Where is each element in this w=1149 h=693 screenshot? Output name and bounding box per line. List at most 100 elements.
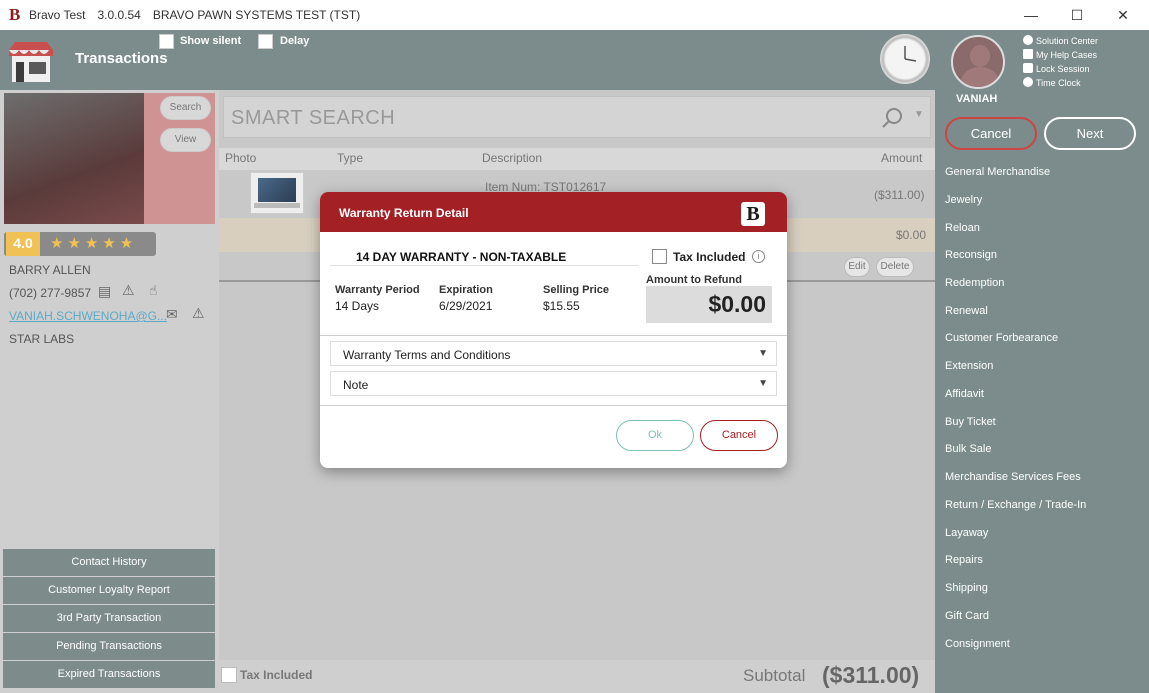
menu-merchandise-services-fees[interactable]: Merchandise Services Fees (945, 471, 1081, 483)
menu-redemption[interactable]: Redemption (945, 277, 1004, 289)
amount-to-refund-value: $0.00 (708, 291, 766, 317)
menu-renewal[interactable]: Renewal (945, 305, 988, 317)
expired-transactions-button[interactable]: Expired Transactions (3, 661, 215, 688)
customer-email-link[interactable]: VANIAH.SCHWENOHA@G... (9, 309, 167, 323)
warranty-period-value: 14 Days (335, 299, 380, 313)
maximize-icon[interactable]: ☐ (1054, 0, 1100, 30)
subtotal-bar: Tax Included Subtotal ($311.00) (219, 660, 935, 693)
time-clock-link[interactable]: Time Clock (1023, 77, 1081, 88)
smart-search-input[interactable]: SMART SEARCH ▼ (223, 96, 931, 138)
item-photo (250, 172, 304, 214)
app-logo: B (9, 5, 21, 24)
customer-company: STAR LABS (9, 332, 75, 346)
user-name: VANIAH (956, 93, 998, 105)
warranty-name: 14 DAY WARRANTY - NON-TAXABLE (330, 248, 639, 266)
avatar-body (961, 67, 999, 87)
info-icon[interactable]: i (752, 250, 765, 263)
tax-included-dialog-label: Tax Included (673, 250, 746, 264)
menu-gift-card[interactable]: Gift Card (945, 610, 989, 622)
selling-price-label: Selling Price (543, 284, 610, 296)
menu-reloan[interactable]: Reloan (945, 222, 980, 234)
close-icon[interactable]: ✕ (1100, 0, 1146, 30)
warranty-return-dialog: Warranty Return Detail B 14 DAY WARRANTY… (320, 192, 787, 468)
warranty-terms-accordion[interactable]: Warranty Terms and Conditions ▼ (330, 341, 777, 366)
lock-session-link[interactable]: Lock Session (1023, 63, 1090, 74)
system-name: BRAVO PAWN SYSTEMS TEST (TST) (152, 8, 361, 22)
edit-button[interactable]: Edit (844, 257, 870, 277)
search-icon[interactable] (880, 105, 906, 131)
warranty-terms-label: Warranty Terms and Conditions (343, 348, 511, 362)
show-silent-label: Show silent (180, 35, 242, 47)
contact-history-button[interactable]: Contact History (3, 549, 215, 576)
amount-to-refund-label: Amount to Refund (646, 274, 742, 286)
solution-center-link[interactable]: Solution Center (1023, 35, 1098, 46)
show-silent-checkbox[interactable] (159, 34, 174, 49)
tax-included-label: Tax Included (240, 668, 313, 682)
smart-search-placeholder: SMART SEARCH (231, 107, 396, 129)
rating-stars: ★★★★★ (50, 235, 138, 252)
dialog-title: Warranty Return Detail (339, 206, 469, 220)
menu-buy-ticket[interactable]: Buy Ticket (945, 416, 996, 428)
solution-center-label: Solution Center (1036, 36, 1099, 46)
transaction-table-header: Photo Type Description Amount (219, 148, 935, 170)
delay-checkbox[interactable] (258, 34, 273, 49)
warranty-period-label: Warranty Period (335, 284, 420, 296)
brand-logo-icon: B (741, 202, 765, 226)
email-alert-icon[interactable]: ⚠ (192, 305, 205, 322)
tax-included-checkbox[interactable] (221, 667, 237, 683)
chevron-down-icon: ▼ (758, 348, 768, 359)
menu-consignment[interactable]: Consignment (945, 638, 1010, 650)
menu-layaway[interactable]: Layaway (945, 527, 988, 539)
laptop-base (254, 203, 300, 208)
menu-jewelry[interactable]: Jewelry (945, 194, 982, 206)
transactions-header: Transactions Show silent Delay (0, 30, 935, 90)
tax-included-dialog-checkbox[interactable] (652, 249, 667, 264)
customer-photo-image (4, 93, 144, 224)
row-amount: $0.00 (896, 228, 927, 242)
dialog-header: Warranty Return Detail B (320, 192, 787, 232)
menu-extension[interactable]: Extension (945, 360, 993, 372)
time-clock-label: Time Clock (1036, 78, 1081, 88)
note-accordion[interactable]: Note ▼ (330, 371, 777, 396)
menu-repairs[interactable]: Repairs (945, 554, 983, 566)
menu-affidavit[interactable]: Affidavit (945, 388, 984, 400)
app-version: 3.0.0.54 (97, 8, 141, 22)
app-name: Bravo Test (29, 8, 86, 22)
menu-customer-forbearance[interactable]: Customer Forbearance (945, 332, 1058, 344)
chevron-down-icon[interactable]: ▼ (914, 109, 924, 120)
minimize-icon[interactable]: — (1008, 0, 1054, 30)
message-icon[interactable]: ▤ (98, 283, 111, 300)
customer-search-button[interactable]: Search (160, 96, 211, 120)
customer-name: BARRY ALLEN (9, 263, 91, 277)
menu-return-exchange-trade-in[interactable]: Return / Exchange / Trade-In (945, 499, 1086, 511)
mail-icon[interactable]: ✉ (166, 306, 178, 323)
ok-button[interactable]: Ok (616, 420, 694, 451)
dialog-divider (320, 335, 787, 336)
delete-button[interactable]: Delete (876, 257, 914, 277)
alert-icon[interactable]: ⚠ (122, 282, 135, 299)
thumbs-up-icon[interactable]: ☝ (149, 282, 158, 299)
note-label: Note (343, 378, 369, 392)
folder-icon (1023, 49, 1033, 59)
laptop-screen (258, 178, 296, 202)
cancel-transaction-button[interactable]: Cancel (945, 117, 1037, 150)
avatar[interactable] (951, 35, 1005, 89)
menu-reconsign[interactable]: Reconsign (945, 249, 997, 261)
customer-phone: (702) 277-9857 (9, 286, 92, 300)
next-button[interactable]: Next (1044, 117, 1136, 150)
transaction-type-panel: VANIAH Solution Center My Help Cases Loc… (935, 30, 1149, 693)
customer-view-button[interactable]: View (160, 128, 211, 152)
menu-shipping[interactable]: Shipping (945, 582, 988, 594)
col-type: Type (337, 151, 364, 165)
menu-bulk-sale[interactable]: Bulk Sale (945, 443, 991, 455)
help-icon (1023, 35, 1033, 45)
delay-label: Delay (280, 35, 310, 47)
pending-transactions-button[interactable]: Pending Transactions (3, 633, 215, 660)
dialog-cancel-button[interactable]: Cancel (700, 420, 778, 451)
customer-loyalty-report-button[interactable]: Customer Loyalty Report (3, 577, 215, 604)
clock-hands (904, 46, 917, 62)
menu-general-merchandise[interactable]: General Merchandise (945, 166, 1050, 178)
my-help-cases-link[interactable]: My Help Cases (1023, 49, 1097, 60)
subtotal-label: Subtotal (743, 666, 806, 685)
third-party-transaction-button[interactable]: 3rd Party Transaction (3, 605, 215, 632)
